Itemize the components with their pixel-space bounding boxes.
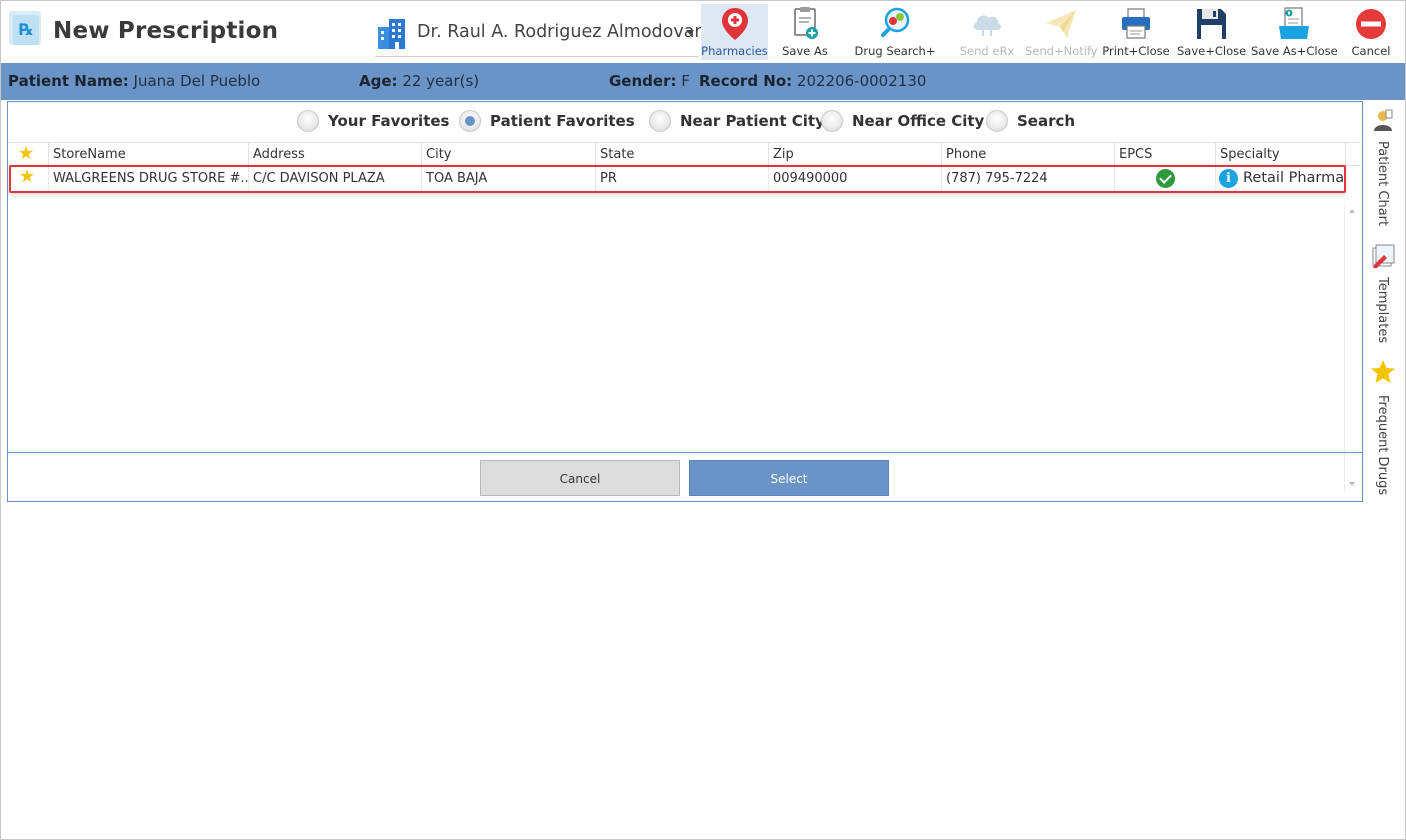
send-notify-button[interactable]: Send+Notify <box>1025 4 1098 60</box>
side-tab-frequent-drugs[interactable]: Frequent Drugs <box>1365 359 1405 499</box>
cancel-button[interactable]: Cancel <box>1345 4 1397 60</box>
map-pin-icon <box>721 8 748 40</box>
save-as-button[interactable]: Save As <box>773 4 837 60</box>
column-header-zip[interactable]: Zip <box>769 143 942 166</box>
side-label-patient-chart: Patient Chart <box>1375 141 1390 227</box>
star-icon: ★ <box>18 143 35 164</box>
star-icon <box>1371 360 1395 383</box>
side-panel: Patient Chart Templates Frequent Drugs <box>1365 101 1405 501</box>
send-erx-label: Send eRx <box>959 44 1015 58</box>
filter-search[interactable]: Search <box>986 110 1075 132</box>
patient-name-value: Juana Del Pueblo <box>133 72 261 90</box>
patient-gender-value: F <box>681 72 690 90</box>
filter-near-office-city[interactable]: Near Office City <box>821 110 984 132</box>
patient-record-field: Record No: 202206-0002130 <box>699 72 926 90</box>
provider-name: Dr. Raul A. Rodriguez Almodovar <box>417 22 702 42</box>
selected-row-highlight <box>9 165 1346 193</box>
radio-button[interactable] <box>986 110 1008 132</box>
radio-button[interactable] <box>297 110 319 132</box>
pharmacy-selection-dialog: Your Favorites Patient Favorites Near Pa… <box>7 101 1363 502</box>
patient-record-value: 202206-0002130 <box>796 72 927 90</box>
save-as-icon <box>1279 7 1309 39</box>
dialog-cancel-button[interactable]: Cancel <box>480 460 680 496</box>
magnify-pill-icon <box>880 7 910 38</box>
dialog-footer: Cancel Select <box>8 452 1362 501</box>
radio-label: Search <box>1017 112 1076 130</box>
provider-selector[interactable]: Dr. Raul A. Rodriguez Almodovar <box>375 13 702 57</box>
send-erx-button[interactable]: Send eRx <box>955 4 1019 60</box>
radio-label: Patient Favorites <box>490 112 635 130</box>
scroll-up-arrow-icon[interactable] <box>1349 209 1355 213</box>
patient-name-field: Patient Name: Juana Del Pueblo <box>8 72 260 90</box>
column-header-specialty[interactable]: Specialty <box>1216 143 1346 166</box>
floppy-icon <box>1197 9 1226 39</box>
drug-search-button[interactable]: Drug Search+ <box>853 4 937 60</box>
printer-icon <box>1122 8 1150 39</box>
building-icon <box>378 19 405 49</box>
save-as-close-button[interactable]: Save As+Close <box>1251 4 1338 60</box>
cancel-icon <box>1356 9 1386 39</box>
save-as-label: Save As <box>782 44 828 58</box>
pharmacy-filter-options: Your Favorites Patient Favorites Near Pa… <box>8 102 1362 140</box>
side-tab-patient-chart[interactable]: Patient Chart <box>1365 107 1405 227</box>
side-label-frequent-drugs: Frequent Drugs <box>1375 395 1390 496</box>
column-header-epcs[interactable]: EPCS <box>1115 143 1216 166</box>
patient-age-value: 22 year(s) <box>402 72 480 90</box>
chevron-down-icon[interactable] <box>686 30 694 35</box>
grid-header: ★ StoreName Address City State Zip Phone… <box>9 142 1361 166</box>
radio-label: Your Favorites <box>328 112 450 130</box>
save-close-label: Save+Close <box>1177 44 1247 58</box>
column-header-state[interactable]: State <box>596 143 769 166</box>
print-close-button[interactable]: Print+Close <box>1101 4 1171 60</box>
vertical-scrollbar[interactable] <box>1344 206 1360 492</box>
document-add-icon <box>794 7 818 39</box>
radio-button-selected[interactable] <box>459 110 481 132</box>
page-title: New Prescription <box>53 18 279 44</box>
prescription-window: ℞ New Prescription Dr. Raul A. Rodriguez… <box>0 0 1406 840</box>
cancel-label: Cancel <box>1351 44 1391 58</box>
patient-age-label: Age: <box>359 72 398 90</box>
send-notify-label: Send+Notify <box>1025 44 1098 58</box>
save-close-button[interactable]: Save+Close <box>1177 4 1247 60</box>
radio-button[interactable] <box>821 110 843 132</box>
filter-patient-favorites[interactable]: Patient Favorites <box>459 110 635 132</box>
pharmacies-button[interactable]: Pharmacies <box>701 4 768 60</box>
column-header-address[interactable]: Address <box>249 143 422 166</box>
patient-record-label: Record No: <box>699 72 793 90</box>
side-tab-templates[interactable]: Templates <box>1365 243 1405 343</box>
patient-gender-field: Gender: F <box>609 72 690 90</box>
patient-name-label: Patient Name: <box>8 72 129 90</box>
column-header-storename[interactable]: StoreName <box>49 143 249 166</box>
patient-gender-label: Gender: <box>609 72 677 90</box>
save-as-close-label: Save As+Close <box>1251 44 1338 58</box>
patient-info-bar: Patient Name: Juana Del Pueblo Age: 22 y… <box>1 63 1405 100</box>
side-label-templates: Templates <box>1375 277 1390 344</box>
paper-plane-icon <box>1046 10 1076 38</box>
column-header-phone[interactable]: Phone <box>942 143 1115 166</box>
cloud-icon <box>973 15 1001 36</box>
filter-your-favorites[interactable]: Your Favorites <box>297 110 449 132</box>
column-header-city[interactable]: City <box>422 143 596 166</box>
print-close-label: Print+Close <box>1102 44 1170 58</box>
radio-button[interactable] <box>649 110 671 132</box>
patient-age-field: Age: 22 year(s) <box>359 72 479 90</box>
prescription-app-icon: ℞ <box>9 11 41 45</box>
favorite-column-header[interactable]: ★ <box>9 143 49 166</box>
drug-search-label: Drug Search+ <box>854 44 936 58</box>
radio-label: Near Office City <box>852 112 985 130</box>
header: ℞ New Prescription Dr. Raul A. Rodriguez… <box>1 1 1405 63</box>
filter-near-patient-city[interactable]: Near Patient City <box>649 110 825 132</box>
patient-chart-icon <box>1374 109 1393 131</box>
dialog-select-button[interactable]: Select <box>689 460 889 496</box>
templates-icon <box>1372 244 1395 268</box>
pharmacies-label: Pharmacies <box>701 44 768 58</box>
radio-label: Near Patient City <box>680 112 825 130</box>
svg-text:℞: ℞ <box>19 20 33 39</box>
